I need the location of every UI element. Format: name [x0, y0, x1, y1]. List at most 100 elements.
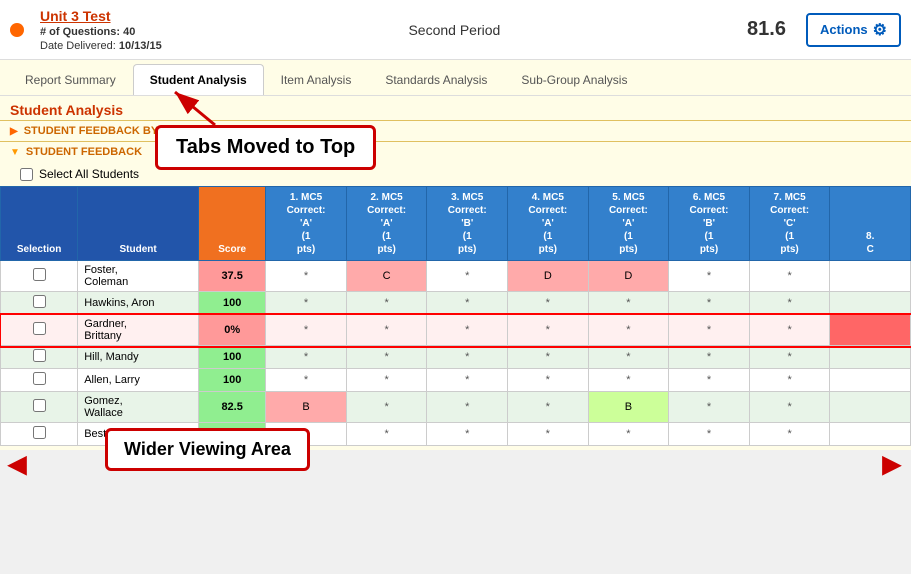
tab-sub-group-analysis[interactable]: Sub-Group Analysis	[504, 64, 644, 95]
student-name: Gardner,Brittany	[78, 315, 199, 346]
annotation-tabs-text: Tabs Moved to Top	[155, 125, 376, 170]
col-mc6: 6. MC5Correct:'B'(1pts)	[669, 187, 750, 261]
answer-cell: B	[266, 392, 347, 423]
row-checkbox[interactable]	[33, 322, 46, 335]
student-name: Hill, Mandy	[78, 346, 199, 369]
answer-cell: *	[588, 315, 669, 346]
answer-cell: *	[669, 292, 750, 315]
score-cell: 100	[199, 369, 266, 392]
select-all-row: Select All Students	[0, 162, 911, 186]
answer-cell: *	[749, 392, 830, 423]
col-mc2: 2. MC5Correct:'A'(1pts)	[346, 187, 427, 261]
score-cell: 100	[199, 292, 266, 315]
student-table-wrapper: Selection Student Score 1. MC5Correct:'A…	[0, 186, 911, 446]
answer-cell: *	[749, 261, 830, 292]
select-all-label: Select All Students	[39, 167, 139, 181]
gear-icon: ⚙	[873, 20, 887, 40]
answer-cell	[830, 369, 911, 392]
answer-cell: *	[669, 346, 750, 369]
col-student: Student	[78, 187, 199, 261]
answer-cell: *	[749, 369, 830, 392]
answer-cell: *	[749, 315, 830, 346]
answer-cell: *	[508, 392, 589, 423]
annotation-wider-text: Wider Viewing Area	[105, 428, 310, 471]
answer-cell: D	[588, 261, 669, 292]
section-feedback[interactable]: ▼ STUDENT FEEDBACK	[0, 141, 911, 162]
actions-button[interactable]: Actions ⚙	[806, 13, 901, 47]
tab-item-analysis[interactable]: Item Analysis	[264, 64, 369, 95]
table-row: Allen, Larry 100 * * * * * * *	[1, 369, 911, 392]
row-checkbox[interactable]	[33, 349, 46, 362]
answer-cell: *	[266, 292, 347, 315]
table-row: Gardner,Brittany 0% * * * * * * *	[1, 315, 911, 346]
answer-cell: *	[669, 423, 750, 446]
test-title[interactable]: Unit 3 Test	[40, 8, 162, 24]
section2-label: STUDENT FEEDBACK	[26, 146, 142, 158]
table-row: Gomez,Wallace 82.5 B * * * B * *	[1, 392, 911, 423]
answer-cell	[830, 292, 911, 315]
content-area: Student Analysis ▶ STUDENT FEEDBACK BY S…	[0, 96, 911, 450]
col-selection: Selection	[1, 187, 78, 261]
student-name: Foster,Coleman	[78, 261, 199, 292]
answer-cell: *	[427, 315, 508, 346]
tab-standards-analysis[interactable]: Standards Analysis	[368, 64, 504, 95]
tab-report-summary[interactable]: Report Summary	[8, 64, 133, 95]
tabs-bar: Report Summary Student Analysis Item Ana…	[0, 60, 911, 96]
table-row: Foster,Coleman 37.5 * C * D D * *	[1, 261, 911, 292]
answer-cell: *	[508, 346, 589, 369]
score-cell: 100	[199, 346, 266, 369]
col-score: Score	[199, 187, 266, 261]
answer-cell: *	[749, 292, 830, 315]
answer-cell: *	[749, 423, 830, 446]
col-mc7: 7. MC5Correct:'C'(1pts)	[749, 187, 830, 261]
date-meta: Date Delivered: 10/13/15	[40, 40, 162, 52]
answer-cell: *	[508, 315, 589, 346]
answer-cell: *	[588, 423, 669, 446]
row-checkbox[interactable]	[33, 295, 46, 308]
arrow-right-icon: ▶	[883, 450, 901, 479]
orange-dot	[10, 23, 24, 37]
annotation-wider: Wider Viewing Area	[105, 428, 310, 471]
arrow-left-icon: ◀	[8, 450, 26, 479]
student-table: Selection Student Score 1. MC5Correct:'A…	[0, 186, 911, 446]
score-display: 81.6	[747, 18, 786, 41]
select-all-checkbox[interactable]	[20, 168, 33, 181]
answer-cell: *	[427, 369, 508, 392]
triangle-down-icon: ▼	[10, 147, 20, 158]
answer-cell: *	[346, 369, 427, 392]
answer-cell: *	[588, 292, 669, 315]
answer-cell: *	[508, 369, 589, 392]
period-label: Second Period	[408, 22, 500, 38]
row-checkbox[interactable]	[33, 426, 46, 439]
row-checkbox[interactable]	[33, 268, 46, 281]
answer-cell: *	[427, 261, 508, 292]
score-cell: 0%	[199, 315, 266, 346]
header-right: 81.6 Actions ⚙	[747, 13, 901, 47]
col-mc3: 3. MC5Correct:'B'(1pts)	[427, 187, 508, 261]
answer-cell: *	[508, 423, 589, 446]
section-title: Student Analysis	[10, 102, 123, 118]
answer-cell: *	[669, 392, 750, 423]
answer-cell: *	[669, 315, 750, 346]
answer-cell	[830, 315, 911, 346]
answer-cell: *	[508, 292, 589, 315]
header: Unit 3 Test # of Questions: 40 Date Deli…	[0, 0, 911, 60]
row-checkbox[interactable]	[33, 399, 46, 412]
answer-cell: *	[427, 423, 508, 446]
answer-cell: *	[266, 346, 347, 369]
score-cell: 37.5	[199, 261, 266, 292]
col-mc5: 5. MC5Correct:'A'(1pts)	[588, 187, 669, 261]
answer-cell: *	[346, 292, 427, 315]
answer-cell: *	[588, 346, 669, 369]
row-checkbox[interactable]	[33, 372, 46, 385]
answer-cell	[830, 261, 911, 292]
col-mc8: 8.C	[830, 187, 911, 261]
section-feedback-by-standard[interactable]: ▶ STUDENT FEEDBACK BY STANDARD	[0, 120, 911, 141]
answer-cell: *	[749, 346, 830, 369]
header-left: Unit 3 Test # of Questions: 40 Date Deli…	[40, 8, 162, 52]
student-name: Allen, Larry	[78, 369, 199, 392]
score-cell: 82.5	[199, 392, 266, 423]
answer-cell: *	[346, 423, 427, 446]
answer-cell: D	[508, 261, 589, 292]
answer-cell: C	[346, 261, 427, 292]
